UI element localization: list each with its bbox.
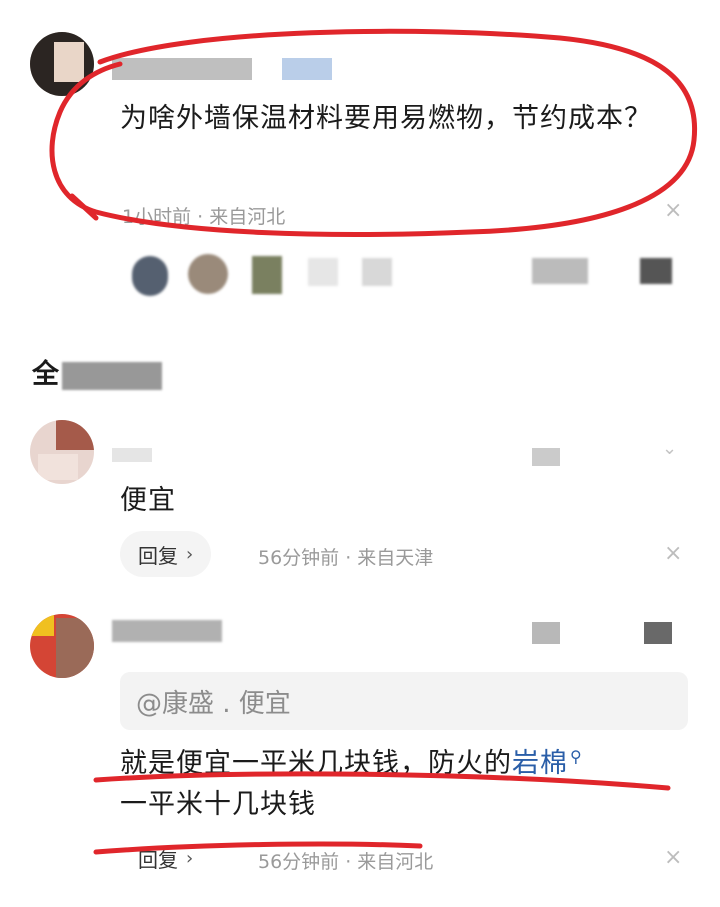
comment-meta: 56分钟前 · 来自天津	[258, 547, 434, 569]
reply-button[interactable]: 回复 ›	[120, 531, 212, 577]
section-title: 全	[32, 359, 60, 390]
chevron-down-icon[interactable]: ⌄	[662, 438, 677, 459]
reply-label: 回复	[138, 847, 178, 872]
quote-text: @康盛 . 便宜	[136, 688, 291, 719]
reply-button[interactable]: 回复 ›	[120, 835, 211, 881]
avatar[interactable]	[30, 32, 94, 96]
close-icon[interactable]: ×	[664, 198, 682, 223]
like-count-redacted	[532, 622, 560, 644]
avatar[interactable]	[30, 614, 94, 678]
like-icon-redacted[interactable]	[644, 622, 672, 644]
comment-text-line1: 就是便宜一平米几块钱，防火的岩棉 ⚲	[120, 734, 583, 787]
post-question: 为啥外墙保温材料要用易燃物，节约成本？	[120, 103, 652, 134]
keyword-link[interactable]: 岩棉	[512, 748, 568, 779]
liker-avatars	[112, 252, 672, 296]
close-icon[interactable]: ×	[664, 845, 682, 870]
like-count-redacted	[532, 448, 560, 466]
post-meta: 1小时前 · 来自河北	[122, 206, 286, 228]
comment-text-line2: 一平米十几块钱	[120, 789, 316, 820]
comment-text: 便宜	[120, 485, 176, 516]
username-redacted	[112, 58, 252, 80]
badge-redacted	[282, 58, 332, 80]
avatar[interactable]	[30, 420, 94, 484]
username-redacted	[112, 448, 152, 462]
search-icon[interactable]: ⚲	[570, 747, 583, 766]
comment-text-prefix: 就是便宜一平米几块钱，防火的	[120, 748, 512, 779]
reply-label: 回复	[138, 543, 178, 568]
section-title-redacted	[62, 362, 162, 390]
username-redacted	[112, 620, 222, 642]
comment-meta: 56分钟前 · 来自河北	[258, 851, 434, 873]
close-icon[interactable]: ×	[664, 541, 682, 566]
chevron-right-icon: ›	[186, 543, 194, 565]
quoted-reply[interactable]: @康盛 . 便宜	[120, 672, 688, 730]
chevron-right-icon: ›	[186, 847, 194, 869]
